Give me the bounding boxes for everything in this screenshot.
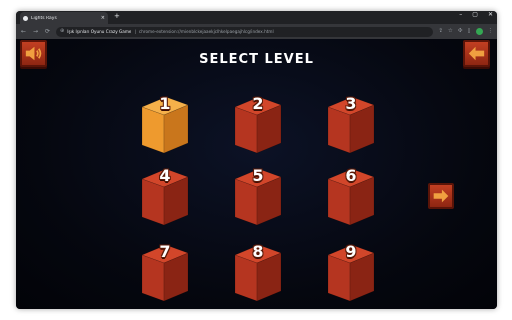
window-controls: – ▢ ✕ xyxy=(459,12,493,18)
tab-favicon-icon xyxy=(23,15,28,21)
level-5-button[interactable]: 5 xyxy=(229,165,287,229)
tab-strip: Lights Rays × + – ▢ ✕ xyxy=(16,11,497,24)
arrow-left-icon xyxy=(468,46,485,61)
level-number: 3 xyxy=(345,94,357,113)
menu-icon[interactable]: ⋮ xyxy=(488,28,494,35)
tab-lights-rays[interactable]: Lights Rays × xyxy=(20,12,108,24)
level-4-button[interactable]: 4 xyxy=(136,165,194,229)
forward-nav-button[interactable]: → xyxy=(32,28,39,35)
browser-toolbar: ← → ⟳ ⊕ Işık Işınları Oyunu Crazy Game |… xyxy=(16,24,497,39)
level-number: 2 xyxy=(252,94,264,113)
level-number: 1 xyxy=(159,94,171,113)
select-level-title: SELECT LEVEL xyxy=(199,52,314,67)
new-tab-button[interactable]: + xyxy=(114,13,120,20)
level-3-button[interactable]: 3 xyxy=(322,93,380,157)
browser-window: Lights Rays × + – ▢ ✕ ← → ⟳ ⊕ Işık Işınl… xyxy=(16,11,497,309)
arrow-right-icon xyxy=(433,189,449,203)
reload-button[interactable]: ⟳ xyxy=(44,28,51,35)
minimize-button[interactable]: – xyxy=(459,12,462,18)
level-7-button[interactable]: 7 xyxy=(136,241,194,305)
back-nav-button[interactable]: ← xyxy=(20,28,27,35)
level-2-button[interactable]: 2 xyxy=(229,93,287,157)
level-number: 8 xyxy=(252,242,264,261)
sidebar-icon[interactable]: ▯ xyxy=(467,28,470,35)
level-number: 7 xyxy=(159,242,171,261)
level-6-button[interactable]: 6 xyxy=(322,165,380,229)
tab-title: Lights Rays xyxy=(31,15,57,21)
level-8-button[interactable]: 8 xyxy=(229,241,287,305)
omnibox-site-name: Işık Işınları Oyunu Crazy Game xyxy=(67,29,132,34)
level-number: 5 xyxy=(252,166,264,185)
profile-avatar[interactable] xyxy=(475,28,483,35)
level-1-button[interactable]: 1 xyxy=(136,93,194,157)
toolbar-icons: ⇪ ☆ ✣ ▯ ⋮ xyxy=(438,28,493,35)
level-9-button[interactable]: 9 xyxy=(322,241,380,305)
next-page-button[interactable] xyxy=(428,183,454,209)
address-bar[interactable]: ⊕ Işık Işınları Oyunu Crazy Game | chrom… xyxy=(56,26,434,37)
level-number: 9 xyxy=(345,242,357,261)
share-icon[interactable]: ⇪ xyxy=(438,28,443,35)
extension-site-icon: ⊕ xyxy=(60,28,65,34)
close-window-button[interactable]: ✕ xyxy=(488,12,493,18)
star-icon[interactable]: ☆ xyxy=(448,28,453,35)
game-canvas: SELECT LEVEL 1 2 3 4 5 6 7 8 9 xyxy=(16,39,497,309)
level-number: 6 xyxy=(345,166,357,185)
extensions-icon[interactable]: ✣ xyxy=(458,28,463,35)
omnibox-separator: | xyxy=(134,29,136,34)
level-number: 4 xyxy=(159,166,171,185)
maximize-button[interactable]: ▢ xyxy=(472,12,478,18)
tab-close-icon[interactable]: × xyxy=(101,15,105,21)
omnibox-url: chrome-extension://mienblckejaaekjclhkel… xyxy=(138,29,274,34)
back-button[interactable] xyxy=(463,40,490,67)
